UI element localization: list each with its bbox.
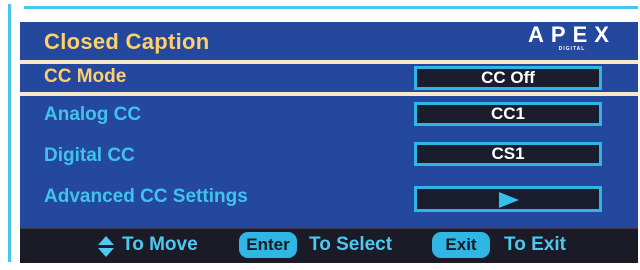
menu-item-cc-mode[interactable]: CC Mode (44, 66, 126, 88)
logo-text: APEX (528, 22, 616, 47)
move-hint-text: To Move (122, 234, 198, 255)
menu-item-digital-cc[interactable]: Digital CC (44, 145, 135, 167)
logo-subtext: DIGITAL (558, 46, 586, 52)
play-arrow-icon (499, 192, 519, 208)
footer-bar: To Move Enter To Select Exit To Exit (20, 228, 638, 263)
cc-mode-value[interactable]: CC Off (414, 66, 602, 90)
menu-item-advanced-cc-settings[interactable]: Advanced CC Settings (44, 186, 248, 208)
exit-hint-text: To Exit (504, 234, 566, 255)
page-title: Closed Caption (44, 29, 210, 54)
left-border-line (8, 4, 11, 262)
top-border-line (24, 6, 638, 9)
exit-key-badge: Exit (432, 232, 490, 258)
advanced-cc-settings-button[interactable] (414, 186, 602, 212)
selection-bar-top (20, 60, 638, 64)
menu-item-analog-cc[interactable]: Analog CC (44, 104, 141, 126)
select-hint-text: To Select (309, 234, 393, 255)
analog-cc-value[interactable]: CC1 (414, 102, 602, 126)
selection-bar-bottom (20, 92, 638, 96)
up-arrow-icon (98, 236, 114, 245)
apex-logo: APEX DIGITAL (522, 24, 622, 54)
down-arrow-icon (98, 248, 114, 257)
up-down-arrow-icon (98, 236, 114, 258)
enter-key-badge: Enter (239, 232, 297, 258)
digital-cc-value[interactable]: CS1 (414, 142, 602, 166)
